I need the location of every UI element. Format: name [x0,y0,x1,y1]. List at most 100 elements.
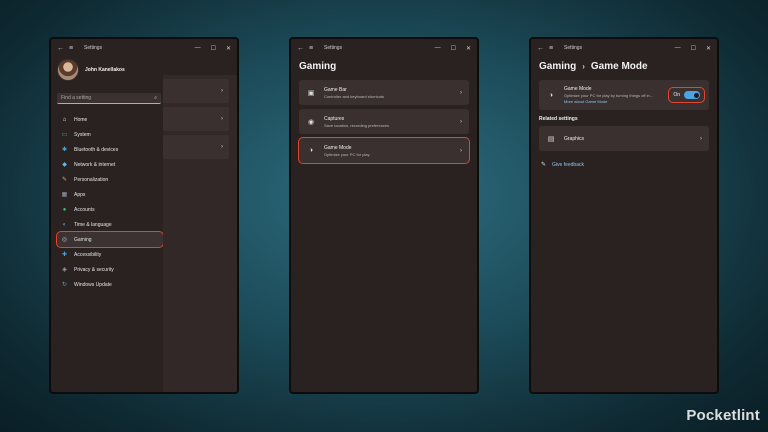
home-icon: ⌂ [62,116,67,123]
game-bar-icon: ▣ [307,89,315,97]
settings-window-gaming: ← ≡ Settings — ☐ ✕ Gaming ▣ Game Bar Contr… [289,37,479,394]
sidebar-item-bluetooth-devices[interactable]: ✱ Bluetooth & devices [57,142,163,157]
sidebar-item-accessibility[interactable]: ✚ Accessibility [57,247,163,262]
search-box[interactable]: ⌕ [57,93,161,104]
brand-watermark: Pocketlint [686,407,760,424]
card-title: Graphics [564,135,585,142]
breadcrumb-parent[interactable]: Gaming [539,61,576,72]
sidebar-item-gaming[interactable]: ◎ Gaming [56,231,164,248]
wifi-icon: ◆ [62,162,67,168]
feedback-icon: ✎ [541,162,547,168]
user-name: John Kanellakos [85,67,125,73]
maximize-icon[interactable]: ☐ [451,45,456,52]
sidebar-item-network-internet[interactable]: ◆ Network & internet [57,157,163,172]
maximize-icon[interactable]: ☐ [691,45,696,52]
hamburger-menu-icon[interactable]: ≡ [69,45,81,52]
sidebar-item-system[interactable]: ▭ System [57,127,163,142]
search-input[interactable] [61,95,155,101]
bluetooth-icon: ✱ [61,147,68,153]
settings-card-game-mode[interactable]: ◑ Game Mode Optimize your PC for play › [298,137,470,164]
sidebar-nav: ⌂ Home ▭ System ✱ Bluetooth & devices ◆ Network… [51,112,164,292]
window-title: Settings [564,45,583,51]
chevron-right-icon: › [221,116,223,122]
search-icon[interactable]: ⌕ [154,95,157,101]
sidebar-item-label: Apps [74,191,86,198]
card-description: Controller and keyboard shortcuts [324,93,385,99]
game-mode-title: Game Mode [564,86,592,92]
breadcrumb: Gaming › Game Mode [531,57,717,80]
related-settings-heading: Related settings [539,116,578,122]
minimize-icon[interactable]: — [435,45,441,52]
content-card[interactable]: › [163,135,229,159]
game-mode-toggle-group[interactable]: On [668,87,705,103]
sidebar-item-label: Network & internet [74,161,116,168]
sidebar-item-label: Personalization [74,176,109,183]
sidebar-item-label: Bluetooth & devices [74,146,119,153]
settings-card-game-bar[interactable]: ▣ Game Bar Controller and keyboard shortcu… [299,80,469,105]
breadcrumb-current: Game Mode [590,61,648,72]
card-title: Captures [324,115,345,122]
close-icon[interactable]: ✕ [466,45,471,52]
close-icon[interactable]: ✕ [706,45,711,52]
related-setting-graphics[interactable]: ▤ Graphics › [539,126,709,151]
shield-icon: ◈ [62,267,67,273]
accessibility-icon: ✚ [61,252,68,258]
avatar[interactable] [57,59,79,81]
sidebar-item-label: Home [74,116,88,123]
content-card[interactable]: › [163,79,229,103]
back-arrow-icon[interactable]: ← [57,45,69,52]
hamburger-menu-icon[interactable]: ≡ [549,45,561,52]
maximize-icon[interactable]: ☐ [211,45,216,52]
chevron-right-icon: › [700,135,702,142]
settings-window-game-mode: ← ≡ Settings — ☐ ✕ Gaming › Game Mode ◑ … [529,37,719,394]
sidebar-item-home[interactable]: ⌂ Home [57,112,163,127]
sidebar-item-label: System [74,131,91,138]
game-mode-icon: ◑ [308,147,314,154]
capture-icon: ◉ [307,118,315,126]
more-about-link[interactable]: More about Game Mode [564,99,669,104]
sidebar-item-privacy-security[interactable]: ◈ Privacy & security [57,262,163,277]
chevron-right-icon: › [460,147,462,154]
minimize-icon[interactable]: — [675,45,681,52]
toggle-state-label: On [673,92,680,98]
back-arrow-icon[interactable]: ← [537,45,549,52]
card-title: Game Mode [324,144,352,151]
title-bar: ← ≡ Settings — ☐ ✕ [291,39,477,57]
chevron-right-icon: › [221,88,223,94]
sidebar-item-label: Accessibility [74,251,102,258]
game-mode-toggle[interactable] [684,91,700,99]
chevron-right-icon: › [460,89,462,96]
sidebar-item-label: Privacy & security [74,266,114,273]
card-description: Optimize your PC for play [324,151,370,157]
card-title: Game Bar [324,86,347,93]
gamepad-icon: ◎ [61,237,68,243]
give-feedback-link[interactable]: ✎ Give feedback [531,155,717,174]
back-arrow-icon[interactable]: ← [297,45,309,52]
page-title: Gaming [299,61,337,72]
hamburger-menu-icon[interactable]: ≡ [309,45,321,52]
brush-icon: ✎ [61,177,68,183]
chevron-right-icon: › [582,62,585,71]
give-feedback-label: Give feedback [552,161,584,168]
settings-card-captures[interactable]: ◉ Captures Save location, recording prefer… [299,109,469,134]
minimize-icon[interactable]: — [195,45,201,52]
sidebar-item-label: Windows Update [74,281,112,288]
apps-icon: ▦ [61,192,68,198]
card-description: Save location, recording preferences [324,122,390,128]
sidebar-item-label: Time & language [74,221,112,228]
close-icon[interactable]: ✕ [226,45,231,52]
sidebar-item-personalization[interactable]: ✎ Personalization [57,172,163,187]
title-bar: ← ≡ Settings — ☐ ✕ [531,39,717,57]
sidebar-item-apps[interactable]: ▦ Apps [57,187,163,202]
sidebar-item-windows-update[interactable]: ↻ Windows Update [57,277,163,292]
graphics-icon: ▤ [547,135,555,143]
sidebar-item-time-language[interactable]: ◐ Time & language [57,217,163,232]
game-mode-setting: ◑ Game Mode Optimize your PC for play by… [539,80,709,110]
chevron-right-icon: › [460,118,462,125]
window-title: Settings [324,45,343,51]
content-card[interactable]: › [163,107,229,131]
window-title: Settings [84,45,103,51]
sidebar-item-accounts[interactable]: ● Accounts [57,202,163,217]
game-mode-description: Optimize your PC for play by turning thi… [564,93,654,98]
globe-icon: ◐ [62,221,67,228]
